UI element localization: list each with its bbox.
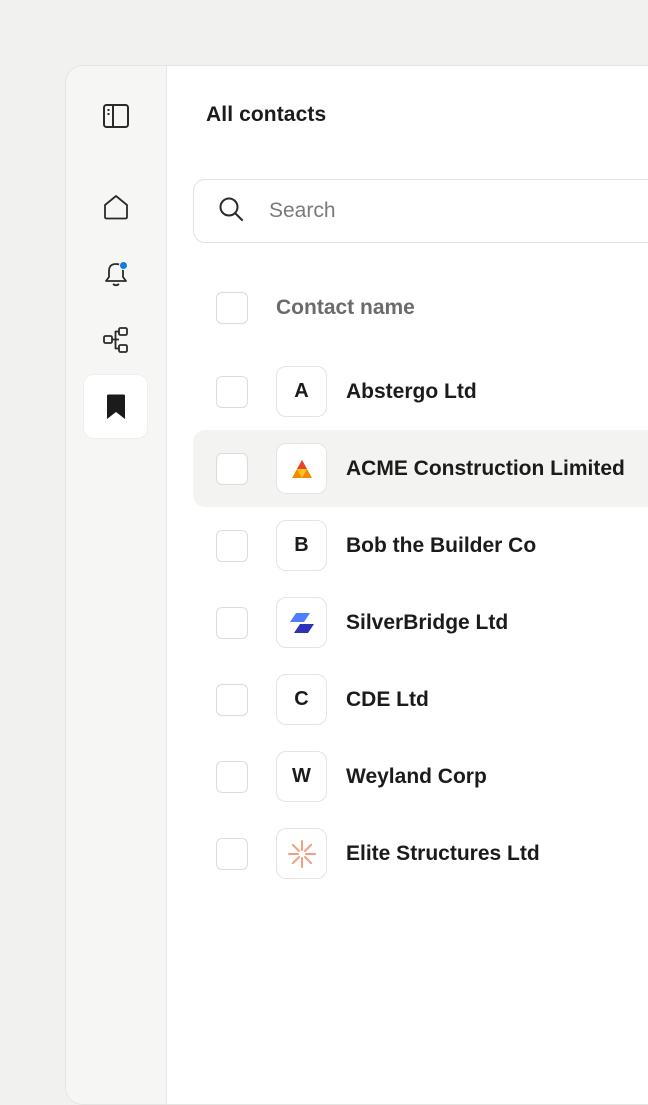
home-icon <box>102 193 130 221</box>
hierarchy-icon <box>102 326 130 354</box>
bookmarks-button[interactable] <box>84 375 147 438</box>
avatar <box>276 443 327 494</box>
avatar: C <box>276 674 327 725</box>
contact-name: Weyland Corp <box>346 764 487 788</box>
contact-name: SilverBridge Ltd <box>346 610 509 634</box>
search-input[interactable] <box>269 199 648 223</box>
table-row[interactable]: C CDE Ltd <box>193 661 648 738</box>
search-box[interactable] <box>193 179 648 243</box>
hierarchy-button[interactable] <box>84 308 147 371</box>
row-checkbox[interactable] <box>216 837 248 870</box>
avatar <box>276 597 327 648</box>
sidebar-rail <box>66 66 167 1104</box>
table-row[interactable]: A Abstergo Ltd <box>193 353 648 430</box>
avatar: W <box>276 751 327 802</box>
column-header-contact-name[interactable]: Contact name <box>276 296 415 320</box>
table-header: Contact name <box>193 271 648 345</box>
row-checkbox[interactable] <box>216 529 248 562</box>
row-checkbox[interactable] <box>216 606 248 639</box>
table-row[interactable]: B Bob the Builder Co <box>193 507 648 584</box>
main-content: All contacts Contact name A Abstergo Ltd <box>167 66 648 1104</box>
page-title: All contacts <box>206 103 327 126</box>
table-row[interactable]: W Weyland Corp <box>193 738 648 815</box>
select-all-checkbox[interactable] <box>216 292 248 324</box>
row-checkbox[interactable] <box>216 375 248 408</box>
table-row[interactable]: Elite Structures Ltd <box>193 815 648 892</box>
search-icon <box>218 196 244 227</box>
sidebar-toggle-button[interactable] <box>84 84 147 147</box>
contact-name: Elite Structures Ltd <box>346 841 540 865</box>
avatar <box>276 828 327 879</box>
elite-structures-logo <box>287 839 316 868</box>
avatar: A <box>276 366 327 417</box>
table-row[interactable]: SilverBridge Ltd <box>193 584 648 661</box>
app-window: All contacts Contact name A Abstergo Ltd <box>65 65 648 1105</box>
row-checkbox[interactable] <box>216 760 248 793</box>
notification-badge <box>119 261 128 270</box>
avatar: B <box>276 520 327 571</box>
row-checkbox[interactable] <box>216 683 248 716</box>
contact-name: Abstergo Ltd <box>346 379 477 403</box>
acme-cone-logo <box>291 459 312 478</box>
contacts-list: A Abstergo Ltd ACME Construction Limited… <box>193 353 648 892</box>
contact-name: CDE Ltd <box>346 687 429 711</box>
contact-name: ACME Construction Limited <box>346 456 625 480</box>
table-row[interactable]: ACME Construction Limited <box>193 430 648 507</box>
bookmark-icon <box>105 393 127 421</box>
notifications-button[interactable] <box>84 241 147 304</box>
silverbridge-logo <box>289 612 314 633</box>
home-button[interactable] <box>84 175 147 238</box>
row-checkbox[interactable] <box>216 452 248 485</box>
contact-name: Bob the Builder Co <box>346 533 537 557</box>
sidebar-panel-icon <box>102 103 130 129</box>
